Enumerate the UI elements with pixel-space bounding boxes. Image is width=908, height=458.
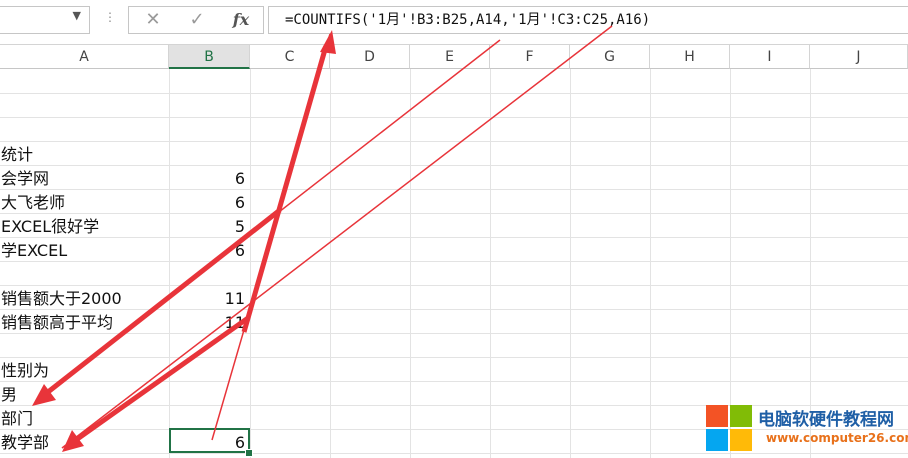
column-header-g[interactable]: G bbox=[570, 45, 650, 69]
column-header-j[interactable]: J bbox=[810, 45, 908, 69]
cancel-icon[interactable]: ✕ bbox=[133, 7, 173, 33]
cell-a-huixuewang[interactable]: 会学网 bbox=[1, 167, 49, 190]
column-header-i[interactable]: I bbox=[730, 45, 810, 69]
column-header-d[interactable]: D bbox=[330, 45, 410, 69]
watermark-logo: 电脑软硬件教程网 www.computer26.com bbox=[706, 405, 908, 453]
selected-cell-outline[interactable] bbox=[169, 428, 250, 453]
watermark-url: www.computer26.com bbox=[766, 431, 908, 445]
column-header-c[interactable]: C bbox=[250, 45, 330, 69]
cell-b-value[interactable]: 6 bbox=[170, 239, 245, 262]
windows-logo-icon bbox=[706, 405, 754, 453]
cell-a-excel-easy[interactable]: EXCEL很好学 bbox=[1, 215, 99, 238]
cell-b-value[interactable]: 5 bbox=[170, 215, 245, 238]
cell-b-value[interactable]: 6 bbox=[170, 167, 245, 190]
cell-a-sales-gt-2000[interactable]: 销售额大于2000 bbox=[1, 287, 122, 310]
cell-a-department[interactable]: 部门 bbox=[1, 407, 33, 430]
cell-a-male[interactable]: 男 bbox=[1, 383, 17, 406]
column-header-f[interactable]: F bbox=[490, 45, 570, 69]
formula-bar: ▼ ⋮ ✕ ✓ fx =COUNTIFS('1月'!B3:B25,A14,'1月… bbox=[0, 0, 908, 45]
column-header-b[interactable]: B bbox=[169, 45, 250, 69]
confirm-icon[interactable]: ✓ bbox=[177, 7, 217, 33]
spreadsheet-grid[interactable] bbox=[0, 69, 908, 458]
cell-b-value[interactable]: 11 bbox=[170, 311, 245, 334]
formula-bar-dots-icon: ⋮ bbox=[104, 10, 116, 24]
cell-b-value[interactable]: 6 bbox=[170, 191, 245, 214]
cell-b-value[interactable]: 11 bbox=[170, 287, 245, 310]
cell-a-dafei[interactable]: 大飞老师 bbox=[1, 191, 65, 214]
name-box[interactable]: ▼ bbox=[0, 6, 90, 34]
column-header-h[interactable]: H bbox=[650, 45, 730, 69]
chevron-down-icon[interactable]: ▼ bbox=[73, 9, 81, 22]
fill-handle[interactable] bbox=[245, 449, 253, 457]
cell-a-learn-excel[interactable]: 学EXCEL bbox=[1, 239, 67, 262]
column-header-a[interactable]: A bbox=[0, 45, 169, 69]
cell-a-sales-gt-avg[interactable]: 销售额高于平均 bbox=[1, 311, 113, 334]
formula-input[interactable]: =COUNTIFS('1月'!B3:B25,A14,'1月'!C3:C25,A1… bbox=[268, 6, 908, 34]
insert-function-icon[interactable]: fx bbox=[221, 7, 261, 33]
cell-a-stat[interactable]: 统计 bbox=[1, 143, 33, 166]
formula-buttons: ✕ ✓ fx bbox=[128, 6, 264, 34]
column-header-e[interactable]: E bbox=[410, 45, 490, 69]
watermark-title: 电脑软硬件教程网 bbox=[758, 410, 894, 430]
cell-a-teaching-dept[interactable]: 教学部 bbox=[1, 431, 49, 454]
cell-a-gender[interactable]: 性别为 bbox=[1, 359, 49, 382]
